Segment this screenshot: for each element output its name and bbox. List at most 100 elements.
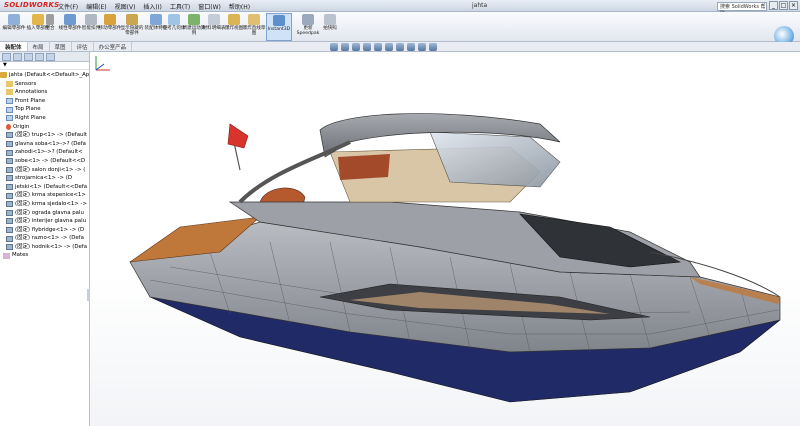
- tab-assembly[interactable]: 装配体: [0, 42, 28, 51]
- feature-manager-tab-icon[interactable]: [2, 53, 11, 61]
- tree-item[interactable]: glavna soba<1>->? (Defa: [0, 140, 89, 149]
- edit-component-button[interactable]: 编辑零部件: [2, 13, 26, 41]
- solidworks-logo[interactable]: SOLIDWORKS: [4, 1, 59, 9]
- plane-icon: [6, 98, 13, 105]
- feature-tree: jahta (Default<<Default>_Ap Sensors Annot…: [0, 70, 89, 260]
- explode-line-sketch-icon: [248, 14, 260, 25]
- linear-pattern-icon: [64, 14, 76, 25]
- explode-line-sketch-button[interactable]: 爆炸直线草图: [242, 13, 266, 41]
- tree-item[interactable]: Sensors: [0, 80, 89, 89]
- move-component-button[interactable]: 移动零部件: [98, 13, 122, 41]
- glass-canopy: [429, 131, 561, 188]
- menu-help[interactable]: 帮助(H): [229, 2, 250, 11]
- mate-icon: [46, 14, 54, 25]
- menu-edit[interactable]: 编辑(E): [86, 2, 106, 11]
- feature-manager-panel: ▼ jahta (Default<<Default>_Ap Sensors Ann…: [0, 52, 90, 426]
- show-hidden-icon: [126, 14, 138, 25]
- menu-tools[interactable]: 工具(T): [170, 2, 190, 11]
- tree-item-label: (固定) salon donji<1> -> (: [15, 166, 86, 173]
- tree-item[interactable]: jetski<1> (Default<<Defa: [0, 183, 89, 192]
- tree-item[interactable]: zahodi<1>->? (Default<: [0, 148, 89, 157]
- menu-insert[interactable]: 插入(I): [143, 2, 161, 11]
- tab-sketch[interactable]: 草图: [50, 42, 72, 51]
- display-style-icon[interactable]: [385, 43, 393, 51]
- tree-item[interactable]: (固定) krma sjedalo<1> ->: [0, 200, 89, 209]
- plane-icon: [6, 106, 13, 113]
- graphics-area[interactable]: [90, 52, 800, 426]
- tab-evaluate[interactable]: 评估: [72, 42, 94, 51]
- tree-item-label: (固定) krma stepenice<1>: [15, 192, 86, 199]
- display-manager-tab-icon[interactable]: [46, 53, 55, 61]
- minimize-button[interactable]: _: [769, 1, 778, 10]
- tree-item[interactable]: (固定) krma stepenice<1>: [0, 191, 89, 200]
- tree-item[interactable]: (固定) ograda glavna palu: [0, 209, 89, 218]
- speedpak-button[interactable]: 更新Speedpak: [296, 13, 320, 41]
- command-manager: 编辑零部件 插入零部件 配合 线性零部件 智能扣件 移动零部件 显示隐藏的零部件…: [0, 12, 800, 46]
- bom-icon: [208, 14, 220, 25]
- hide-show-items-icon[interactable]: [396, 43, 404, 51]
- speedpak-icon: [302, 14, 314, 25]
- tree-item-label: jetski<1> (Default<<Defa: [15, 183, 88, 190]
- tree-item-label: Origin: [13, 123, 30, 130]
- view-settings-icon[interactable]: [429, 43, 437, 51]
- instant3d-button[interactable]: Instant3D: [266, 13, 292, 41]
- mate-button[interactable]: 配合: [42, 13, 58, 41]
- edit-appearance-icon[interactable]: [407, 43, 415, 51]
- flybridge-sofa: [338, 154, 390, 180]
- zoom-to-fit-icon[interactable]: [330, 43, 338, 51]
- tree-item-label: (固定) razno<1> -> (Defa: [15, 235, 84, 242]
- part-icon: [6, 166, 13, 173]
- tree-item[interactable]: strojarnica<1> -> (D: [0, 174, 89, 183]
- menu-view[interactable]: 视图(V): [115, 2, 136, 11]
- title-bar: SOLIDWORKS 文件(F) 编辑(E) 视图(V) 插入(I) 工具(T)…: [0, 0, 800, 17]
- tree-root[interactable]: jahta (Default<<Default>_Ap: [0, 71, 89, 80]
- show-hidden-button[interactable]: 显示隐藏的零部件: [120, 13, 144, 41]
- part-icon: [6, 218, 13, 225]
- tree-item[interactable]: Annotations: [0, 88, 89, 97]
- part-icon: [6, 175, 13, 182]
- help-search-input[interactable]: 搜索 SolidWorks 帮助: [717, 2, 767, 17]
- maximize-button[interactable]: □: [779, 1, 788, 10]
- filter-icon: ▼: [3, 62, 7, 68]
- snapshot-button[interactable]: 拍快照: [318, 13, 342, 41]
- tree-item-label: Front Plane: [15, 97, 46, 104]
- close-button[interactable]: ×: [789, 1, 798, 10]
- part-icon: [6, 184, 13, 191]
- tree-item[interactable]: Origin: [0, 123, 89, 132]
- tree-item[interactable]: (固定) flybridge<1> -> (D: [0, 226, 89, 235]
- tree-item[interactable]: (固定) hodnik<1> -> (Defa: [0, 243, 89, 252]
- tree-item[interactable]: Mates: [0, 251, 89, 260]
- view-orientation-icon[interactable]: [374, 43, 382, 51]
- tree-item-label: (固定) trup<1> -> (Default: [15, 132, 88, 139]
- tab-office-products[interactable]: 办公室产品: [94, 42, 133, 51]
- part-icon: [6, 235, 13, 242]
- tree-item-label: glavna soba<1>->? (Defa: [15, 140, 86, 147]
- tree-item[interactable]: (固定) interijer glavna palu: [0, 217, 89, 226]
- tree-item-label: Annotations: [15, 89, 48, 96]
- tree-item-label: Sensors: [15, 80, 37, 87]
- menu-window[interactable]: 窗口(W): [198, 2, 221, 11]
- tree-filter[interactable]: ▼: [0, 62, 89, 70]
- tree-item[interactable]: Right Plane: [0, 114, 89, 123]
- dimxpert-tab-icon[interactable]: [35, 53, 44, 61]
- section-view-icon[interactable]: [363, 43, 371, 51]
- zoom-area-icon[interactable]: [341, 43, 349, 51]
- tree-item[interactable]: Top Plane: [0, 105, 89, 114]
- new-motion-study-icon: [188, 14, 200, 25]
- tab-layout[interactable]: 布局: [28, 42, 50, 51]
- menu-file[interactable]: 文件(F): [58, 2, 78, 11]
- tree-item[interactable]: sobe<1> -> (Default<<D: [0, 157, 89, 166]
- tree-item-label: (固定) flybridge<1> -> (D: [15, 226, 85, 233]
- property-manager-tab-icon[interactable]: [13, 53, 22, 61]
- configuration-manager-tab-icon[interactable]: [24, 53, 33, 61]
- previous-view-icon[interactable]: [352, 43, 360, 51]
- part-icon: [6, 149, 13, 156]
- apply-scene-icon[interactable]: [418, 43, 426, 51]
- tree-item[interactable]: (固定) razno<1> -> (Defa: [0, 234, 89, 243]
- tree-item[interactable]: (固定) salon donji<1> -> (: [0, 166, 89, 175]
- tree-item[interactable]: (固定) trup<1> -> (Default: [0, 131, 89, 140]
- tree-item[interactable]: Front Plane: [0, 97, 89, 106]
- yacht-model[interactable]: [90, 52, 800, 426]
- axis-triad-icon: [95, 56, 110, 71]
- origin-icon: [6, 123, 11, 130]
